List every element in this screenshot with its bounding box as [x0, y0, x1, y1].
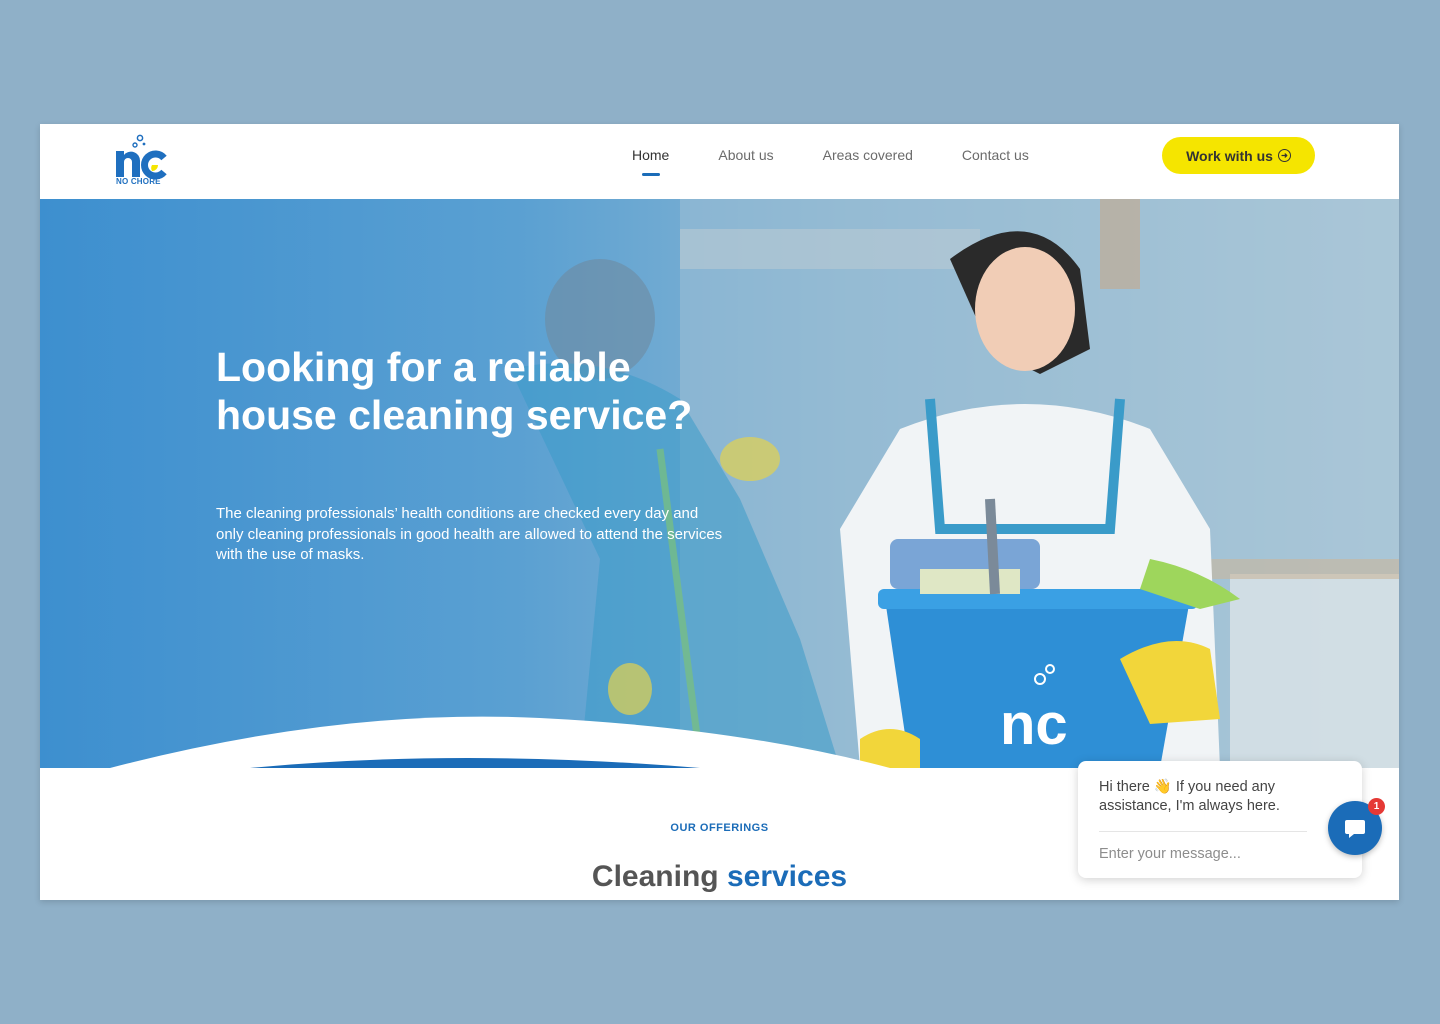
- nav-about-us[interactable]: About us: [718, 146, 773, 164]
- chat-message-input[interactable]: [1099, 843, 1299, 865]
- nav-contact-us[interactable]: Contact us: [962, 146, 1029, 164]
- site-header: NO CHORE Home About us Areas covered Con…: [40, 124, 1399, 199]
- main-nav: Home About us Areas covered Contact us: [632, 146, 1078, 164]
- nav-home[interactable]: Home: [632, 146, 669, 164]
- chat-divider: [1099, 831, 1307, 832]
- offerings-title-part1: Cleaning: [591, 860, 719, 893]
- work-with-us-label: Work with us: [1186, 147, 1273, 164]
- nav-areas-covered[interactable]: Areas covered: [823, 146, 913, 164]
- chat-bubble-icon: [1345, 820, 1365, 838]
- offerings-title-part2: services: [726, 860, 848, 893]
- hero-title: Looking for a reliable house cleaning se…: [216, 344, 693, 438]
- hero-wave-divider: [110, 716, 890, 768]
- hero-photo: nc: [510, 199, 1399, 768]
- work-with-us-button[interactable]: Work with us ➜: [1162, 137, 1315, 174]
- logo-wordmark: NO CHORE: [116, 177, 161, 186]
- chat-greeting: Hi there 👋 If you need any assistance, I…: [1099, 779, 1280, 814]
- chat-popup: Hi there 👋 If you need any assistance, I…: [1078, 761, 1362, 878]
- hero-section: nc Looking for a reliable house cleaning…: [40, 199, 1399, 768]
- arrow-right-circle-icon: ➜: [1277, 149, 1291, 162]
- chat-unread-badge: 1: [1368, 798, 1385, 815]
- hero-subtitle: The cleaning professionals’ health condi…: [216, 505, 723, 563]
